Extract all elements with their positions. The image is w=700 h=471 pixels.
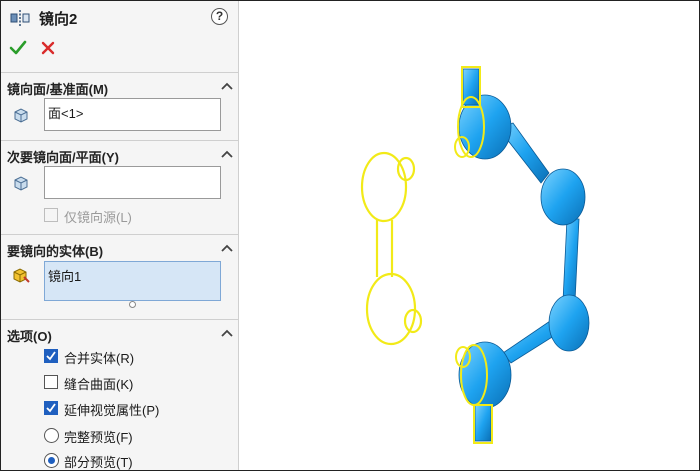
solid-body-icon [11,265,31,285]
knit-surfaces-checkbox[interactable] [44,375,58,389]
mirror-face-section-title: 镜向面/基准面(M) [7,82,109,97]
resize-handle[interactable] [129,301,136,308]
merge-bodies-label: 合并实体(R) [64,351,135,366]
mirror-face-field[interactable]: 面<1> [44,98,221,131]
solid-body-model [458,68,590,442]
secondary-face-field[interactable] [44,166,221,199]
check-icon[interactable] [9,39,27,57]
bodies-list-field[interactable]: 镜向1 [44,261,221,301]
chevron-up-icon[interactable] [220,242,234,254]
options-section-header[interactable]: 选项(O) [1,324,239,344]
close-icon[interactable] [41,41,55,55]
options-section-title: 选项(O) [7,329,52,344]
secondary-face-section-header[interactable]: 次要镜向面/平面(Y) [1,145,239,165]
secondary-face-section-title: 次要镜向面/平面(Y) [7,150,119,165]
section-divider [1,234,239,235]
help-icon[interactable]: ? [211,8,228,25]
mirror-face-value: 面<1> [48,106,84,121]
chevron-up-icon[interactable] [220,327,234,339]
partial-preview-label: 部分预览(T) [64,455,133,470]
propagate-visual-label: 延伸视觉属性(P) [64,403,160,418]
model-view[interactable] [241,1,699,470]
section-divider [1,319,239,320]
partial-preview-radio[interactable] [44,453,59,468]
section-divider [1,140,239,141]
knit-surfaces-label: 缝合曲面(K) [64,377,134,392]
mirror-source-only-label: 仅镜向源(L) [64,210,132,225]
property-manager-panel: 镜向2 ? 镜向面/基准面(M) 面<1> 次要镜向面/平面(Y) 仅镜向源(L… [1,1,239,470]
feature-title: 镜向2 [39,11,78,28]
bodies-list-item[interactable]: 镜向1 [48,269,81,284]
merge-bodies-checkbox[interactable] [44,349,58,363]
mirror-preview-wireframe [360,151,423,346]
feature-title-row: 镜向2 ? [1,7,239,29]
face-selection-icon [11,173,31,193]
full-preview-radio[interactable] [44,428,59,443]
full-preview-label: 完整预览(F) [64,430,133,445]
face-selection-icon [11,105,31,125]
propagate-visual-checkbox[interactable] [44,401,58,415]
mirror-face-section-header[interactable]: 镜向面/基准面(M) [1,77,239,97]
chevron-up-icon[interactable] [220,148,234,160]
bodies-section-title: 要镜向的实体(B) [7,244,104,259]
graphics-viewport[interactable] [241,1,699,470]
mirror-source-only-checkbox [44,208,58,222]
mirror-feature-icon [9,9,31,27]
chevron-up-icon[interactable] [220,80,234,92]
bodies-section-header[interactable]: 要镜向的实体(B) [1,239,239,259]
section-divider [1,72,239,73]
